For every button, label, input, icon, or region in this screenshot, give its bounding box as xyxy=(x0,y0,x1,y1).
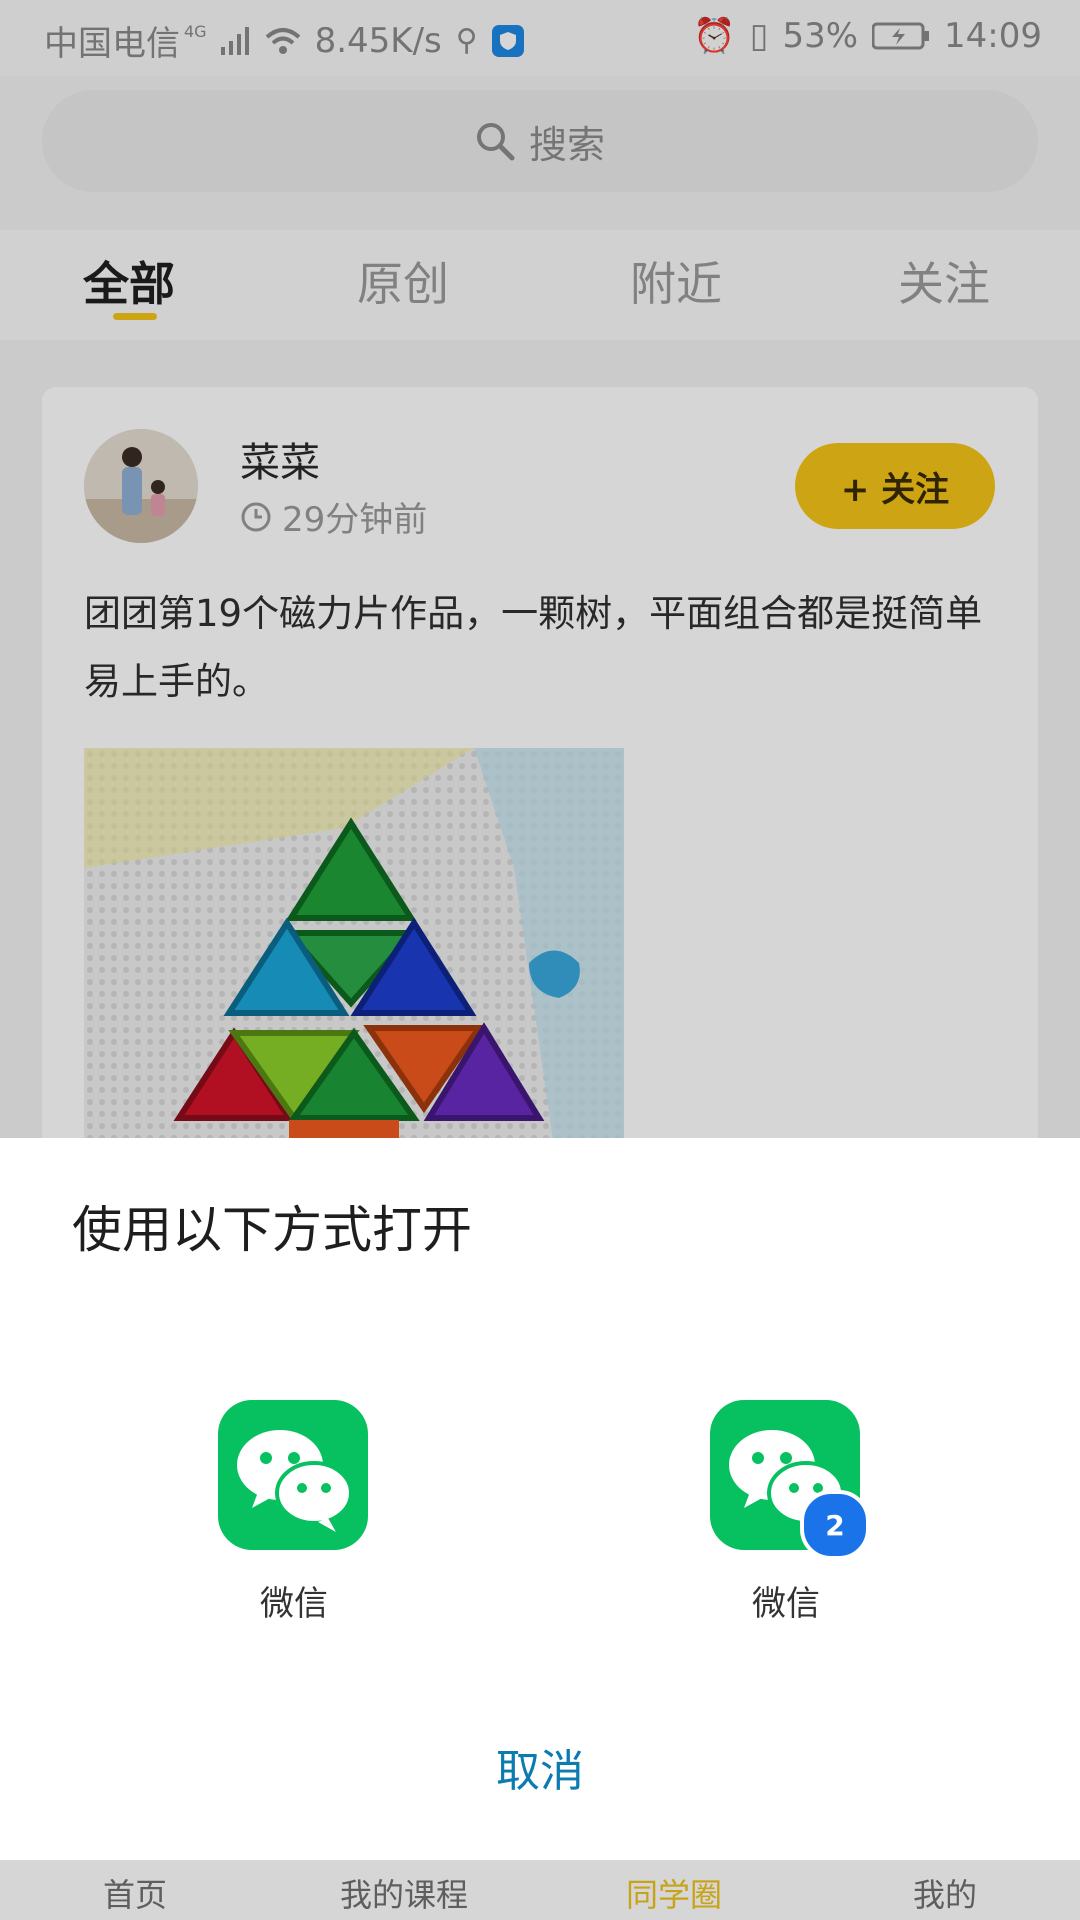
nav-me[interactable]: 我的 xyxy=(913,1870,977,1916)
app-option-wechat-clone[interactable]: 2 微信 xyxy=(710,1400,870,1625)
wechat-clone-icon: 2 xyxy=(710,1400,870,1560)
nav-classmates[interactable]: 同学圈 xyxy=(626,1870,722,1916)
sheet-title: 使用以下方式打开 xyxy=(72,1201,472,1259)
app-label: 微信 xyxy=(752,1584,820,1624)
wechat-icon xyxy=(218,1400,368,1550)
clone-badge-icon: 2 xyxy=(800,1490,870,1560)
nav-home[interactable]: 首页 xyxy=(103,1870,167,1916)
cancel-button[interactable]: 取消 xyxy=(440,1735,640,1799)
app-option-wechat[interactable]: 微信 xyxy=(218,1400,370,1625)
app-label: 微信 xyxy=(260,1584,328,1624)
nav-my-courses[interactable]: 我的课程 xyxy=(340,1870,468,1916)
modal-backdrop[interactable] xyxy=(0,0,1080,1138)
